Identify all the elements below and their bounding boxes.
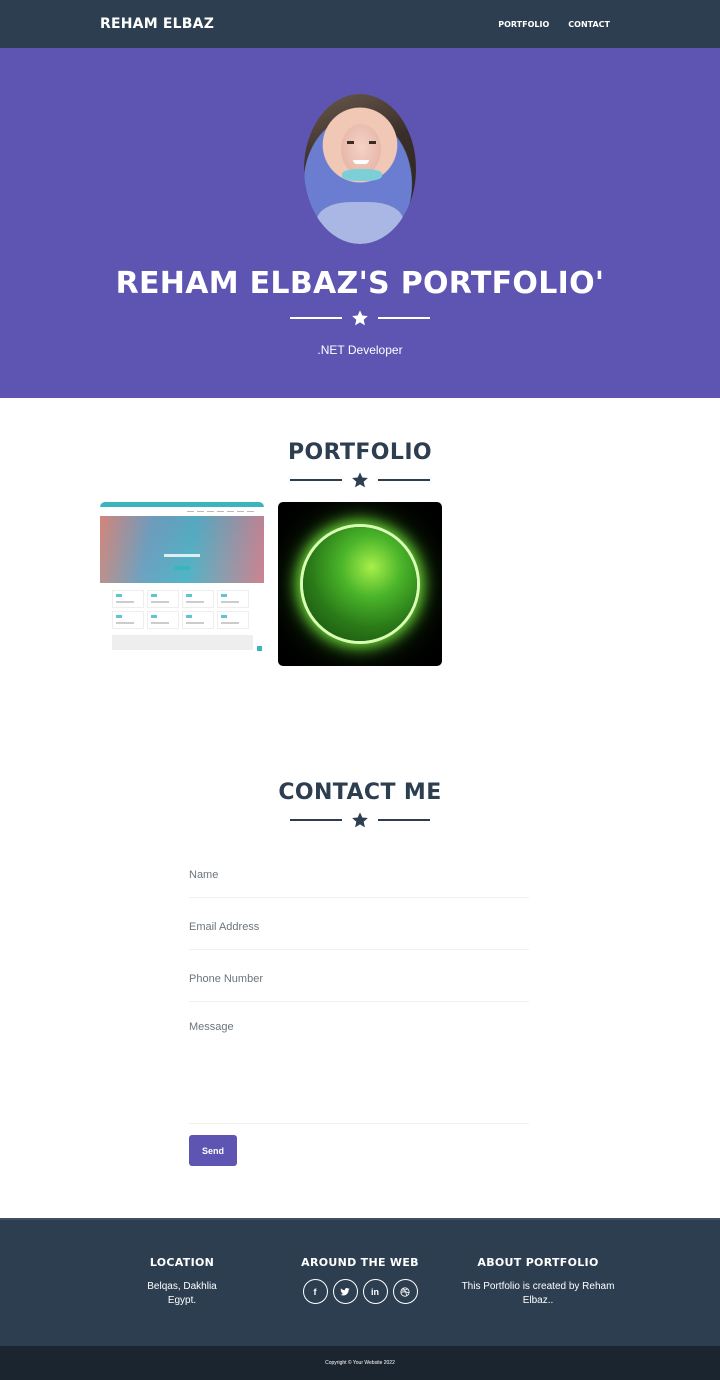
portfolio-grid [100, 502, 720, 666]
nav-links: PORTFOLIO CONTACT [498, 20, 610, 29]
contact-divider [0, 811, 720, 829]
navbar: REHAM ELBAZ PORTFOLIO CONTACT [0, 0, 720, 48]
linkedin-icon: in [371, 1286, 379, 1297]
divider-line [290, 479, 342, 481]
portfolio-item-globe[interactable] [278, 502, 442, 666]
nav-link-contact[interactable]: CONTACT [568, 20, 610, 29]
location-line-2: Egypt. [167, 1295, 197, 1306]
avatar [304, 94, 416, 244]
copyright-text: Copyright © Your Website 2022 [325, 1360, 395, 1366]
message-field-group [189, 1011, 529, 1124]
portfolio-title: PORTFOLIO [287, 440, 433, 465]
copyright-bar: Copyright © Your Website 2022 [0, 1346, 720, 1380]
footer-about-text: This Portfolio is created by Reham Elbaz… [461, 1281, 615, 1306]
contact-form: Send [189, 855, 529, 1166]
hero-divider [290, 309, 430, 327]
location-line-1: Belqas, Dakhlia [147, 1281, 217, 1292]
divider-line [378, 479, 430, 481]
name-input[interactable] [189, 869, 529, 881]
footer: LOCATION Belqas, Dakhlia Egypt. AROUND T… [0, 1218, 720, 1346]
divider-line [378, 819, 430, 821]
footer-social: AROUND THE WEB f in [271, 1256, 449, 1346]
phone-field-group [189, 959, 529, 1002]
globe-icon [303, 527, 417, 641]
dribbble-button[interactable] [392, 1279, 418, 1304]
email-input[interactable] [189, 921, 529, 933]
nav-link-portfolio[interactable]: PORTFOLIO [498, 20, 549, 29]
footer-about: ABOUT PORTFOLIO This Portfolio is create… [449, 1256, 627, 1346]
portfolio-divider [0, 471, 720, 489]
facebook-button[interactable]: f [302, 1279, 328, 1304]
portfolio-item-website[interactable] [100, 502, 264, 666]
dribbble-icon [400, 1286, 410, 1297]
divider-line [290, 819, 342, 821]
contact-title: CONTACT ME [278, 780, 442, 805]
twitter-button[interactable] [332, 1279, 358, 1304]
star-icon [352, 812, 368, 828]
linkedin-button[interactable]: in [362, 1279, 388, 1304]
divider-line [290, 317, 342, 319]
email-field-group [189, 907, 529, 950]
hero-title: REHAM ELBAZ'S PORTFOLIO' [115, 266, 605, 301]
footer-about-title: ABOUT PORTFOLIO [477, 1256, 599, 1269]
twitter-icon [340, 1287, 350, 1295]
portfolio-section: PORTFOLIO [0, 398, 720, 728]
star-icon [352, 472, 368, 488]
footer-location-title: LOCATION [149, 1256, 215, 1269]
message-textarea[interactable] [189, 1021, 529, 1101]
name-field-group [189, 855, 529, 898]
phone-input[interactable] [189, 973, 529, 985]
hero-masthead: REHAM ELBAZ'S PORTFOLIO' .NET Developer [0, 48, 720, 398]
divider-line [378, 317, 430, 319]
footer-social-title: AROUND THE WEB [301, 1256, 419, 1269]
footer-location: LOCATION Belqas, Dakhlia Egypt. [93, 1256, 271, 1346]
brand-logo[interactable]: REHAM ELBAZ [100, 16, 214, 32]
contact-section: CONTACT ME Send [0, 728, 720, 1166]
hero-subtitle: .NET Developer [317, 343, 403, 357]
social-links: f in [271, 1279, 449, 1304]
send-button[interactable]: Send [189, 1135, 237, 1166]
facebook-icon: f [313, 1286, 317, 1297]
star-icon [352, 310, 368, 326]
